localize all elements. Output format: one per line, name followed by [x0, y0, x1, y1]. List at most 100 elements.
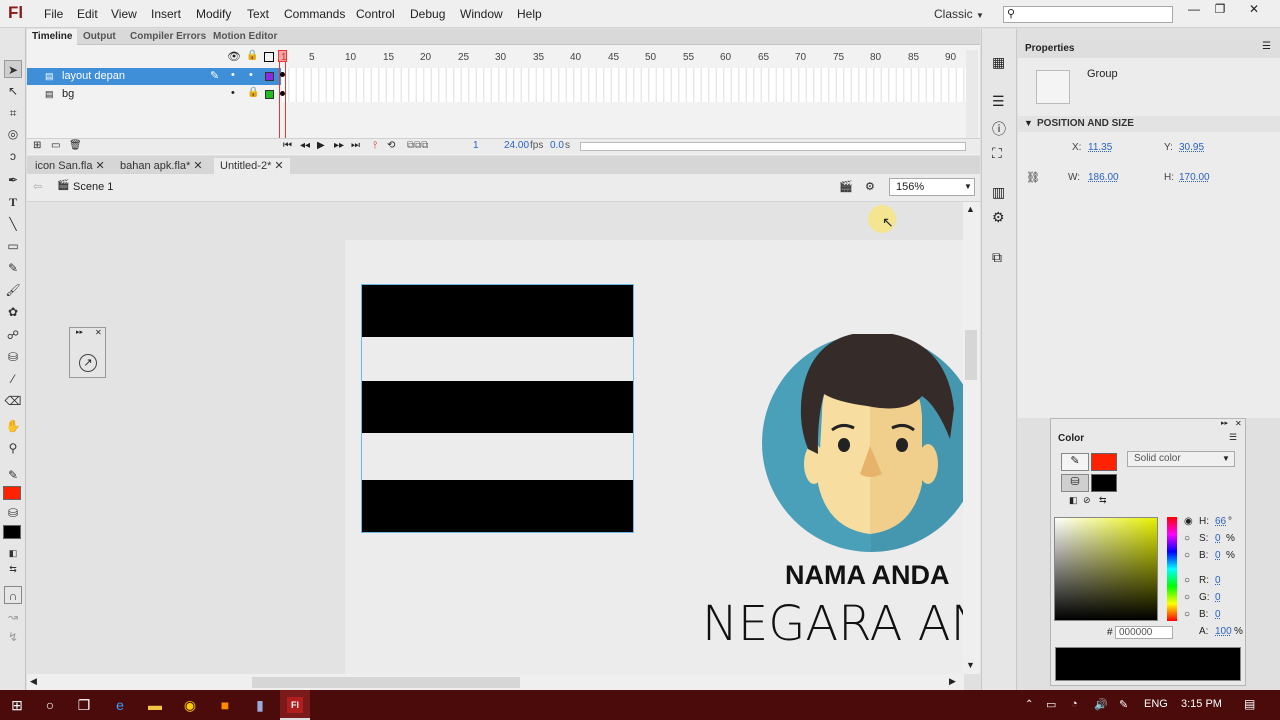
edge-icon[interactable]: e — [111, 696, 129, 714]
black-white-icon[interactable]: ◧ — [1069, 495, 1078, 506]
text-tool-icon[interactable]: T — [4, 193, 22, 211]
panel-menu-icon[interactable]: ☰ — [1229, 432, 1237, 443]
pencil-tool-icon[interactable]: ✎ — [4, 259, 22, 277]
edit-scene-icon[interactable]: 🎬 — [839, 180, 853, 193]
radio-g-icon[interactable]: ○ — [1184, 592, 1190, 603]
radio-s-icon[interactable]: ○ — [1184, 533, 1190, 544]
network-icon[interactable]: ◔ — [1071, 698, 1078, 710]
frame-rate[interactable]: 24.00 — [504, 140, 529, 151]
radio-r-icon[interactable]: ○ — [1184, 575, 1190, 586]
s-value[interactable]: 0 — [1215, 533, 1221, 544]
info-icon[interactable]: ⓘ — [992, 119, 1006, 139]
position-size-section[interactable]: ▼ POSITION AND SIZE — [1018, 116, 1280, 132]
hue-slider[interactable] — [1167, 517, 1177, 621]
task-view-icon[interactable]: ❐ — [75, 696, 93, 714]
menu-view[interactable]: View — [111, 7, 137, 21]
scroll-up-icon[interactable]: ▲ — [966, 204, 975, 214]
workspace-switcher[interactable]: Classic ▼ — [934, 7, 984, 21]
lock-icon[interactable]: 🔒 — [247, 87, 259, 98]
snap-to-objects-icon[interactable]: ∩ — [4, 586, 22, 604]
onion-skin-icon[interactable]: ⧉⧉⧉ — [407, 140, 428, 151]
motion-presets-icon[interactable]: ⧉ — [992, 249, 1002, 266]
minimize-button[interactable]: — — [1183, 2, 1205, 18]
center-frame-icon[interactable]: ⫯ — [373, 140, 377, 151]
properties-title[interactable]: Properties — [1025, 43, 1074, 54]
stroke-color-swatch[interactable] — [3, 486, 21, 500]
scroll-down-icon[interactable]: ▼ — [966, 660, 975, 670]
doc-tab-icon-san[interactable]: icon San.fla ✕ — [29, 158, 111, 174]
smooth-icon[interactable]: ↝ — [4, 608, 22, 626]
grid-icon[interactable]: ▦ — [992, 54, 1005, 71]
floating-panel[interactable]: ▸▸ ✕ ↗ — [69, 327, 106, 378]
keyframe[interactable] — [280, 72, 285, 77]
components-icon[interactable]: ⚙ — [992, 209, 1005, 226]
subselection-tool-icon[interactable]: ↖ — [4, 82, 22, 100]
elapsed-time[interactable]: 0.0 — [550, 140, 564, 151]
close-icon[interactable]: ✕ — [1235, 419, 1242, 428]
fill-color-button[interactable]: ⛁ — [1061, 474, 1089, 492]
scroll-left-icon[interactable]: ◀ — [30, 676, 37, 687]
edit-symbols-icon[interactable]: ⚙ — [865, 180, 875, 193]
align-icon[interactable]: ☰ — [992, 93, 1005, 110]
transform-icon[interactable]: ⛶ — [992, 145, 1002, 162]
tab-output[interactable]: Output — [78, 29, 121, 45]
cortana-icon[interactable]: ○ — [41, 696, 59, 714]
menu-control[interactable]: Control — [356, 7, 395, 21]
layer-row-bg[interactable]: ▤ bg • 🔒 — [27, 86, 281, 103]
close-icon[interactable]: ✕ — [95, 328, 102, 337]
battery-icon[interactable]: ▭ — [1046, 698, 1056, 711]
loop-icon[interactable]: ⟲ — [387, 140, 395, 151]
swap-colors-icon[interactable]: ⇆ — [4, 560, 22, 578]
current-frame[interactable]: 1 — [473, 140, 479, 151]
lock-icon[interactable]: 🔒 — [246, 50, 258, 61]
keyframe[interactable] — [280, 91, 285, 96]
scene-name[interactable]: Scene 1 — [73, 181, 113, 193]
step-back-icon[interactable]: ◂◂ — [300, 140, 310, 151]
app-icon[interactable]: ■ — [216, 696, 234, 714]
rectangle-tool-icon[interactable]: ▭ — [4, 237, 22, 255]
scroll-right-icon[interactable]: ▶ — [949, 676, 956, 687]
stage-name-text[interactable]: NAMA ANDA — [785, 560, 949, 591]
frame-grid[interactable] — [282, 68, 966, 102]
fill-swatch[interactable] — [1091, 474, 1117, 492]
color-type-select[interactable]: Solid color ▼ — [1127, 451, 1235, 467]
line-tool-icon[interactable]: ╲ — [4, 215, 22, 233]
zoom-tool-icon[interactable]: ⚲ — [4, 439, 22, 457]
menu-debug[interactable]: Debug — [410, 7, 445, 21]
tab-timeline[interactable]: Timeline — [27, 29, 78, 45]
no-color-icon[interactable]: ⊘ — [1083, 495, 1091, 506]
avatar[interactable] — [762, 334, 963, 554]
menu-edit[interactable]: Edit — [77, 7, 98, 21]
h-value[interactable]: 170.00 — [1179, 172, 1210, 183]
new-folder-icon[interactable]: ▭ — [51, 140, 60, 151]
constrain-link-icon[interactable]: ⛓ — [1026, 171, 1040, 184]
go-first-frame-icon[interactable]: ⏮ — [283, 140, 292, 151]
r-value[interactable]: 0 — [1215, 575, 1221, 586]
vscroll-thumb[interactable] — [965, 330, 977, 380]
alpha-value[interactable]: 100 — [1215, 626, 1232, 637]
h-value[interactable]: 66 — [1215, 516, 1226, 527]
selected-group[interactable] — [361, 284, 634, 533]
stage-hscroll[interactable]: ◀ ▶ — [27, 674, 964, 690]
lasso-tool-icon[interactable]: ↄ — [4, 147, 22, 165]
menu-insert[interactable]: Insert — [151, 7, 181, 21]
volume-icon[interactable]: 🔊 — [1094, 698, 1108, 711]
zoom-select[interactable]: 156% ▼ — [889, 178, 975, 196]
stage-country-text[interactable]: NEGARA AN — [702, 596, 964, 652]
stroke-color-icon[interactable]: ✎ — [4, 466, 22, 484]
outline-icon[interactable] — [264, 52, 274, 62]
layer-color-swatch[interactable] — [265, 72, 274, 81]
selection-tool-icon[interactable]: ➤ — [4, 60, 22, 78]
delete-layer-icon[interactable]: 🗑 — [69, 140, 82, 151]
paint-bucket-tool-icon[interactable]: ⛁ — [4, 348, 22, 366]
notifications-icon[interactable]: ▤ — [1244, 697, 1255, 711]
menu-file[interactable]: File — [44, 7, 63, 21]
color-picker-square[interactable] — [1054, 517, 1158, 621]
app-icon[interactable]: ▮ — [251, 696, 269, 714]
layer-color-swatch[interactable] — [265, 90, 274, 99]
blue-value[interactable]: 0 — [1215, 609, 1221, 620]
menu-help[interactable]: Help — [517, 7, 542, 21]
clock[interactable]: 3:15 PM — [1181, 698, 1222, 710]
visible-dot[interactable]: • — [231, 69, 235, 81]
menu-window[interactable]: Window — [460, 7, 503, 21]
